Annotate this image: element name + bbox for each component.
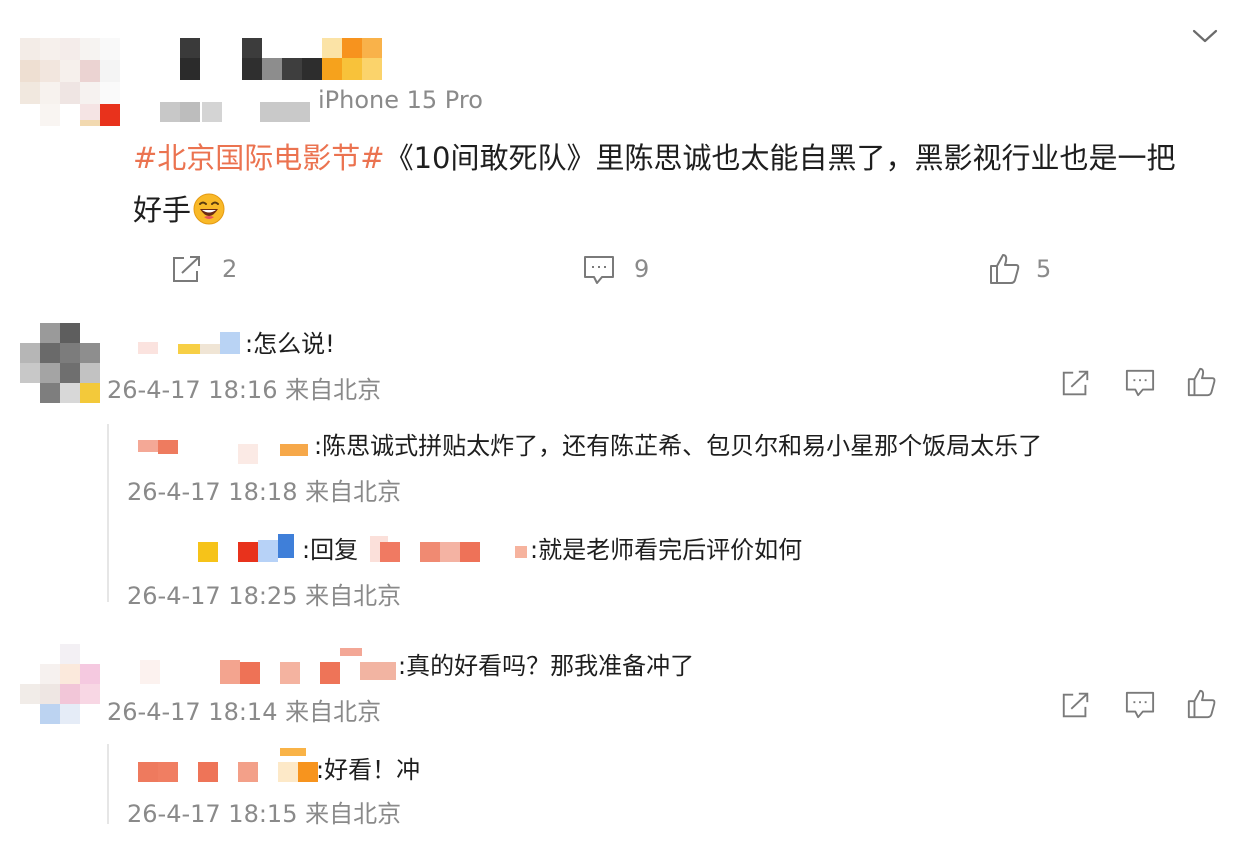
chevron-down-icon[interactable] (1190, 26, 1220, 46)
post-text-line2: 好手 (133, 193, 192, 227)
hashtag-link[interactable]: #北京国际电影节# (133, 141, 385, 175)
comment2-text: :真的好看吗？那我准备冲了 (398, 652, 695, 680)
comment2-meta: 26-4-17 18:14 来自北京 (107, 698, 382, 726)
reply-thread-line (107, 424, 109, 602)
comment2-like-icon[interactable] (1186, 688, 1218, 720)
reply1-text: :陈思诚式拼贴太炸了，还有陈芷希、包贝尔和易小星那个饭局太乐了 (314, 432, 1043, 460)
reply-thread-line (107, 744, 109, 824)
comment2-avatar[interactable] (20, 644, 102, 724)
comment1-like-icon[interactable] (1186, 366, 1218, 398)
comment-count[interactable]: 9 (634, 255, 649, 283)
comment1-repost-icon[interactable] (1060, 368, 1092, 398)
reply3-text: :好看！冲 (316, 756, 421, 784)
like-count[interactable]: 5 (1036, 255, 1051, 283)
comment-icon[interactable] (582, 254, 616, 286)
reply2-mention[interactable] (370, 536, 535, 562)
comment1-username[interactable] (138, 330, 243, 354)
post-username[interactable] (160, 38, 385, 80)
repost-icon[interactable] (170, 254, 204, 284)
reply1-username[interactable] (138, 440, 313, 464)
comment1-meta: 26-4-17 18:16 来自北京 (107, 376, 382, 404)
comment1-text: :怎么说! (245, 330, 335, 358)
comment2-repost-icon[interactable] (1060, 690, 1092, 720)
post-text-line1: 《10间敢死队》里陈思诚也太能自黑了，黑影视行业也是一把 (384, 141, 1176, 175)
like-icon[interactable] (988, 252, 1022, 286)
reply1-meta: 26-4-17 18:18 来自北京 (127, 478, 402, 506)
comment1-avatar[interactable] (20, 323, 102, 405)
laugh-emoji-icon (193, 189, 225, 225)
reply3-username[interactable] (138, 748, 320, 782)
reply2-username[interactable] (198, 534, 298, 562)
comment2-reply-icon[interactable] (1124, 690, 1156, 720)
reply2-prefix: :回复 (302, 536, 359, 564)
comment2-username[interactable] (140, 648, 400, 684)
post-meta-mosaic (160, 98, 310, 122)
post-device: iPhone 15 Pro (318, 86, 483, 114)
comment1-reply-icon[interactable] (1124, 368, 1156, 398)
reply2-meta: 26-4-17 18:25 来自北京 (127, 582, 402, 610)
reply2-text: :就是老师看完后评价如何 (530, 536, 803, 564)
reply3-meta: 26-4-17 18:15 来自北京 (127, 800, 402, 828)
post-text: #北京国际电影节#《10间敢死队》里陈思诚也太能自黑了，黑影视行业也是一把 好手 (133, 132, 1223, 236)
post-avatar[interactable] (20, 38, 120, 126)
repost-count[interactable]: 2 (222, 255, 237, 283)
